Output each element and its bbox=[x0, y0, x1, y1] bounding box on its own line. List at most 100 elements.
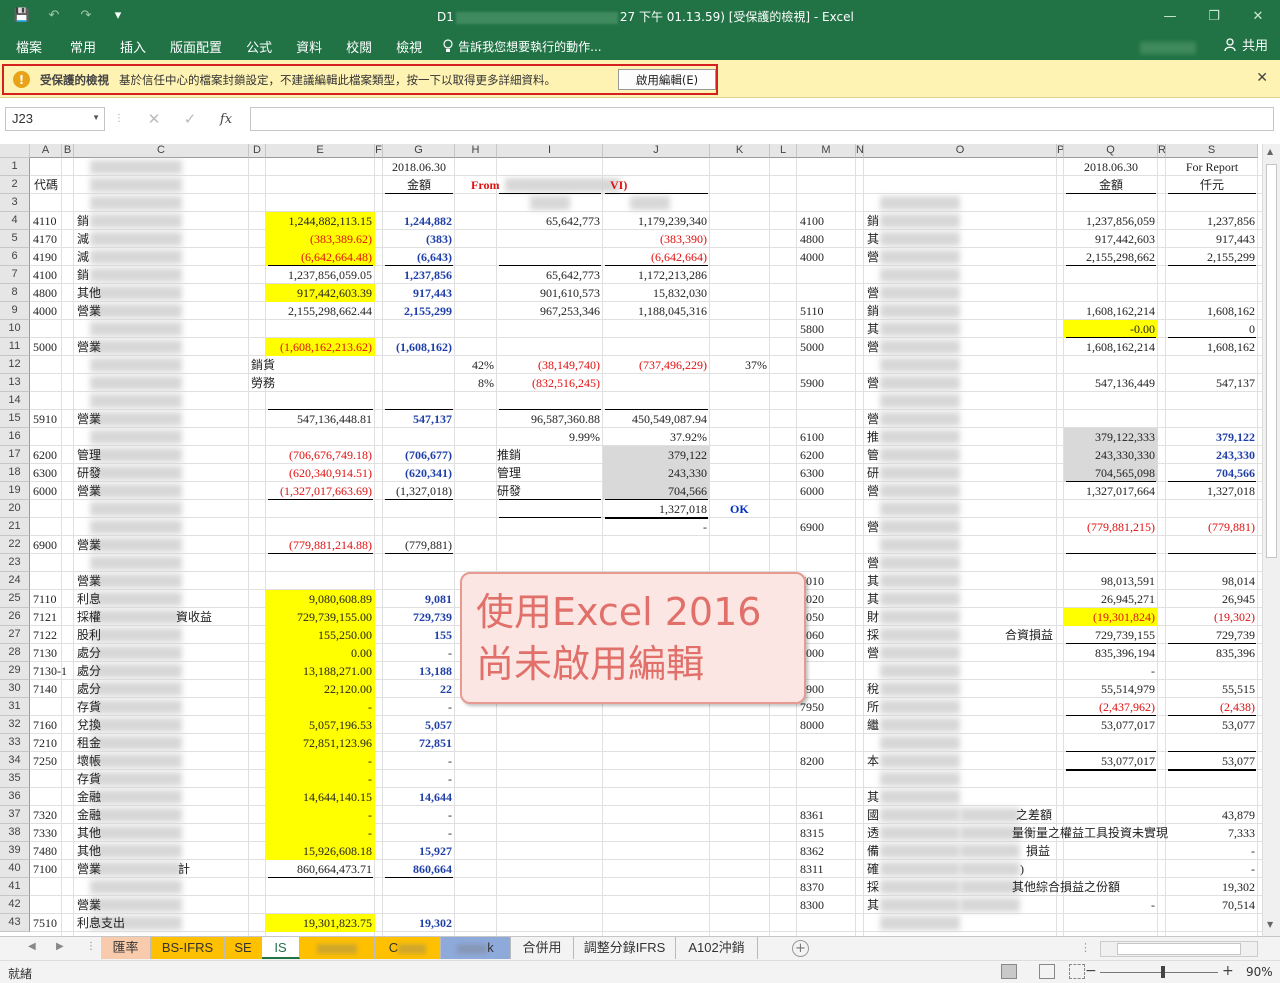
row-header[interactable]: 34 bbox=[0, 752, 30, 770]
restore-icon[interactable]: ❐ bbox=[1192, 0, 1236, 32]
tab-view[interactable]: 檢視 bbox=[384, 32, 434, 60]
vertical-scroll-thumb[interactable] bbox=[1266, 164, 1277, 558]
tab-page-layout[interactable]: 版面配置 bbox=[158, 32, 234, 60]
row-header[interactable]: 24 bbox=[0, 572, 30, 590]
formula-input[interactable] bbox=[250, 107, 1274, 131]
row-header[interactable]: 27 bbox=[0, 626, 30, 644]
row-header[interactable]: 11 bbox=[0, 338, 30, 356]
customize-qat-icon[interactable]: ▾ bbox=[106, 4, 130, 26]
row-header[interactable]: 37 bbox=[0, 806, 30, 824]
enable-editing-button[interactable]: 啟用編輯(E) bbox=[618, 69, 716, 90]
row-header[interactable]: 39 bbox=[0, 842, 30, 860]
horizontal-scroll-thumb[interactable] bbox=[1117, 943, 1241, 955]
column-header[interactable]: J bbox=[603, 144, 710, 158]
scroll-down-icon[interactable]: ▼ bbox=[1267, 920, 1273, 929]
row-header[interactable]: 15 bbox=[0, 410, 30, 428]
zoom-slider[interactable] bbox=[1100, 972, 1218, 973]
tab-file[interactable]: 檔案 bbox=[0, 32, 58, 60]
protected-view-text[interactable]: 基於信任中心的檔案封鎖設定，不建議編輯此檔案類型，按一下以取得更多詳細資料。 bbox=[119, 72, 556, 88]
row-header[interactable]: 38 bbox=[0, 824, 30, 842]
minimize-icon[interactable]: — bbox=[1148, 0, 1192, 32]
row-header[interactable]: 28 bbox=[0, 644, 30, 662]
row-header[interactable]: 12 bbox=[0, 356, 30, 374]
chevron-down-icon[interactable]: ▼ bbox=[92, 113, 100, 122]
page-break-view-icon[interactable] bbox=[1069, 964, 1085, 979]
row-header[interactable]: 7 bbox=[0, 266, 30, 284]
row-header[interactable]: 9 bbox=[0, 302, 30, 320]
sheet-tab-adjusting-entries[interactable]: 調整分錄IFRS bbox=[574, 937, 676, 959]
column-header[interactable]: P bbox=[1057, 144, 1064, 158]
horizontal-scrollbar[interactable] bbox=[1100, 941, 1258, 957]
row-header[interactable]: 10 bbox=[0, 320, 30, 338]
row-header[interactable]: 25 bbox=[0, 590, 30, 608]
tab-data[interactable]: 資料 bbox=[284, 32, 334, 60]
row-header[interactable]: 14 bbox=[0, 392, 30, 410]
sheet-tab-bs-ifrs[interactable]: BS-IFRS bbox=[151, 937, 225, 959]
row-header[interactable]: 22 bbox=[0, 536, 30, 554]
zoom-out-icon[interactable]: − bbox=[1085, 963, 1097, 979]
column-header[interactable]: C bbox=[74, 144, 249, 158]
share-button[interactable]: 共用 bbox=[1224, 35, 1268, 54]
tell-me-search[interactable]: 告訴我您想要執行的動作... bbox=[442, 38, 602, 55]
tab-home[interactable]: 常用 bbox=[58, 32, 108, 60]
sheet-tab-k[interactable]: k bbox=[441, 937, 511, 959]
insert-function-icon[interactable]: fx bbox=[208, 107, 244, 131]
tab-dots-icon[interactable]: ⋮ bbox=[86, 941, 96, 952]
name-box[interactable]: J23 ▼ bbox=[5, 107, 105, 131]
row-header[interactable]: 6 bbox=[0, 248, 30, 266]
close-icon[interactable]: ✕ bbox=[1236, 0, 1280, 32]
row-header[interactable]: 17 bbox=[0, 446, 30, 464]
column-header[interactable]: E bbox=[266, 144, 375, 158]
select-all-corner[interactable] bbox=[0, 144, 30, 158]
row-header[interactable]: 43 bbox=[0, 914, 30, 932]
sheet-tab-c[interactable]: C bbox=[375, 937, 441, 959]
page-layout-view-icon[interactable] bbox=[1039, 964, 1055, 979]
row-header[interactable]: 40 bbox=[0, 860, 30, 878]
column-header[interactable]: O bbox=[864, 144, 1057, 158]
row-header[interactable]: 35 bbox=[0, 770, 30, 788]
zoom-in-icon[interactable]: + bbox=[1222, 963, 1234, 979]
sheet-tab-is[interactable]: IS bbox=[262, 937, 300, 959]
row-header[interactable]: 36 bbox=[0, 788, 30, 806]
row-header[interactable]: 20 bbox=[0, 500, 30, 518]
sheet-tab-se[interactable]: SE bbox=[225, 937, 262, 959]
column-header[interactable]: I bbox=[497, 144, 603, 158]
sheet-tab-consolidation[interactable]: 合併用 bbox=[511, 937, 574, 959]
zoom-level[interactable]: 90% bbox=[1246, 965, 1273, 979]
vertical-scrollbar[interactable]: ▲ ▼ bbox=[1262, 144, 1280, 936]
column-header[interactable]: B bbox=[62, 144, 74, 158]
row-header[interactable]: 21 bbox=[0, 518, 30, 536]
column-header[interactable]: A bbox=[30, 144, 62, 158]
column-header[interactable]: D bbox=[249, 144, 266, 158]
prev-sheet-icon[interactable]: ◀ bbox=[28, 941, 36, 952]
enter-icon[interactable]: ✓ bbox=[172, 107, 208, 131]
cancel-icon[interactable]: ✕ bbox=[136, 107, 172, 131]
close-message-icon[interactable]: ✕ bbox=[1256, 70, 1268, 86]
row-header[interactable]: 5 bbox=[0, 230, 30, 248]
row-header[interactable]: 1 bbox=[0, 158, 30, 176]
row-header[interactable]: 16 bbox=[0, 428, 30, 446]
undo-icon[interactable]: ↶ bbox=[42, 4, 66, 26]
sheet-tab-redacted[interactable] bbox=[300, 937, 375, 959]
row-header[interactable]: 3 bbox=[0, 194, 30, 212]
row-header[interactable]: 42 bbox=[0, 896, 30, 914]
column-header[interactable]: L bbox=[770, 144, 797, 158]
zoom-slider-handle[interactable] bbox=[1161, 966, 1165, 978]
redo-icon[interactable]: ↷ bbox=[74, 4, 98, 26]
column-header[interactable]: M bbox=[797, 144, 856, 158]
row-header[interactable]: 8 bbox=[0, 284, 30, 302]
add-sheet-button[interactable]: + bbox=[792, 940, 809, 957]
sheet-tab-a102-offset[interactable]: A102沖銷 bbox=[676, 937, 758, 959]
column-header[interactable]: H bbox=[455, 144, 497, 158]
row-header[interactable]: 32 bbox=[0, 716, 30, 734]
row-header[interactable]: 29 bbox=[0, 662, 30, 680]
tab-review[interactable]: 校閱 bbox=[334, 32, 384, 60]
column-header[interactable]: G bbox=[383, 144, 455, 158]
column-header[interactable]: R bbox=[1158, 144, 1166, 158]
tab-formulas[interactable]: 公式 bbox=[234, 32, 284, 60]
sheet-tab-exchange-rate[interactable]: 匯率 bbox=[101, 937, 151, 959]
next-sheet-icon[interactable]: ▶ bbox=[56, 941, 64, 952]
column-header[interactable]: Q bbox=[1064, 144, 1158, 158]
tab-insert[interactable]: 插入 bbox=[108, 32, 158, 60]
scroll-up-icon[interactable]: ▲ bbox=[1267, 147, 1273, 156]
